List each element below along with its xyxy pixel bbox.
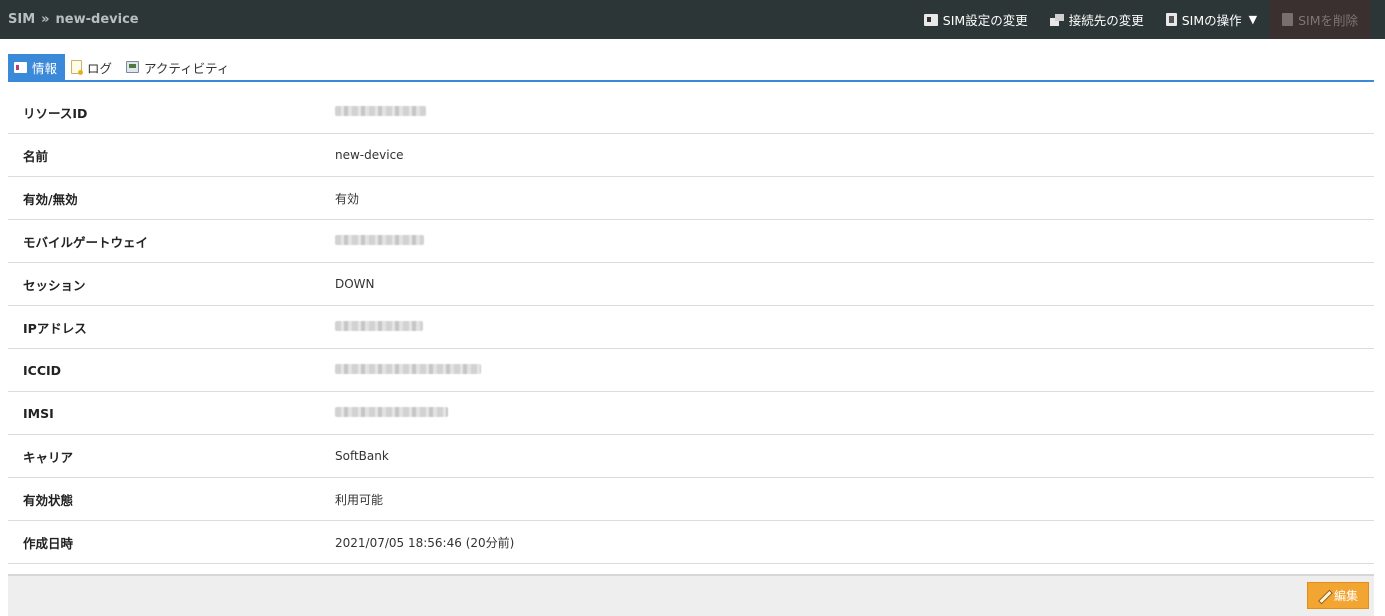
log-document-icon xyxy=(71,60,84,75)
table-row: ICCID xyxy=(8,349,1374,392)
pencil-icon xyxy=(1318,590,1330,602)
breadcrumb-current: new-device xyxy=(55,12,139,27)
row-key: 有効/無効 xyxy=(23,191,78,207)
row-key: 名前 xyxy=(23,148,49,164)
sim-info-table: リソースID 名前 new-device 有効/無効 有効 モバイルゲートウェイ… xyxy=(8,91,1374,564)
edit-button-label: 編集 xyxy=(1333,589,1358,603)
connection-icon xyxy=(1049,13,1064,26)
table-row: 有効状態 利用可能 xyxy=(8,478,1374,521)
redacted-value xyxy=(335,364,481,374)
table-row: IMSI xyxy=(8,392,1374,435)
sim-operation-icon xyxy=(1165,13,1177,26)
edit-button[interactable]: 編集 xyxy=(1307,582,1369,609)
row-value: 2021/07/05 18:56:46 (20分前) xyxy=(335,535,515,550)
row-value: new-device xyxy=(335,148,404,162)
table-row: 作成日時 2021/07/05 18:56:46 (20分前) xyxy=(8,521,1374,564)
breadcrumb-root[interactable]: SIM xyxy=(8,12,35,27)
row-value: 利用可能 xyxy=(335,492,384,507)
change-connection-label: 接続先の変更 xyxy=(1068,13,1144,28)
redacted-value xyxy=(335,321,423,331)
breadcrumb-separator: » xyxy=(41,12,50,27)
row-value: DOWN xyxy=(335,277,375,291)
row-key: IMSI xyxy=(23,405,54,421)
top-bar: SIM » new-device SIM設定の変更 接続先の変更 SIMの操作 … xyxy=(0,0,1385,39)
delete-sim-label: SIMを削除 xyxy=(1298,13,1358,28)
change-sim-settings-label: SIM設定の変更 xyxy=(942,13,1028,28)
row-key: リソースID xyxy=(23,105,88,121)
row-value-redacted xyxy=(335,105,426,119)
tab-log-label: ログ xyxy=(87,60,113,76)
table-row: IPアドレス xyxy=(8,306,1374,349)
caret-down-icon: ▼ xyxy=(1248,13,1258,26)
sim-operation-menu-button[interactable]: SIMの操作 ▼ xyxy=(1155,0,1268,39)
tab-info[interactable]: 情報 xyxy=(8,54,66,80)
tab-log[interactable]: ログ xyxy=(65,54,120,80)
sim-card-icon xyxy=(923,13,938,26)
row-value: SoftBank xyxy=(335,449,389,463)
monitor-icon xyxy=(126,61,140,73)
row-key: ICCID xyxy=(23,362,62,378)
footer-bar: 編集 xyxy=(8,574,1374,616)
row-value-redacted xyxy=(335,363,481,377)
change-sim-settings-button[interactable]: SIM設定の変更 xyxy=(913,0,1039,39)
redacted-value xyxy=(335,235,424,245)
table-row: セッション DOWN xyxy=(8,263,1374,306)
row-key: 有効状態 xyxy=(23,492,74,508)
table-row: 有効/無効 有効 xyxy=(8,177,1374,220)
sim-operation-label: SIMの操作 xyxy=(1181,13,1242,28)
delete-icon xyxy=(1282,13,1294,26)
table-row: モバイルゲートウェイ xyxy=(8,220,1374,263)
info-card-icon xyxy=(14,61,27,73)
row-value-redacted xyxy=(335,234,424,248)
row-value-redacted xyxy=(335,406,448,420)
row-value-redacted xyxy=(335,320,423,334)
row-key: 作成日時 xyxy=(23,535,74,551)
tab-activity[interactable]: アクティビティ xyxy=(120,54,237,80)
row-key: IPアドレス xyxy=(23,320,87,336)
table-row: キャリア SoftBank xyxy=(8,435,1374,478)
action-bar: SIM設定の変更 接続先の変更 SIMの操作 ▼ SIMを削除 xyxy=(913,0,1385,39)
row-value: 有効 xyxy=(335,191,360,206)
row-key: キャリア xyxy=(23,449,74,465)
change-connection-button[interactable]: 接続先の変更 xyxy=(1039,0,1155,39)
delete-sim-button[interactable]: SIMを削除 xyxy=(1270,0,1370,39)
row-key: セッション xyxy=(23,277,86,293)
redacted-value xyxy=(335,407,448,417)
tab-activity-label: アクティビティ xyxy=(144,60,230,76)
table-row: 名前 new-device xyxy=(8,134,1374,177)
redacted-value xyxy=(335,106,426,116)
tab-info-label: 情報 xyxy=(32,60,58,76)
breadcrumb: SIM » new-device xyxy=(0,12,139,27)
tab-bar: 情報 ログ アクティビティ xyxy=(8,54,1374,82)
table-row: リソースID xyxy=(8,91,1374,134)
row-key: モバイルゲートウェイ xyxy=(23,234,149,250)
